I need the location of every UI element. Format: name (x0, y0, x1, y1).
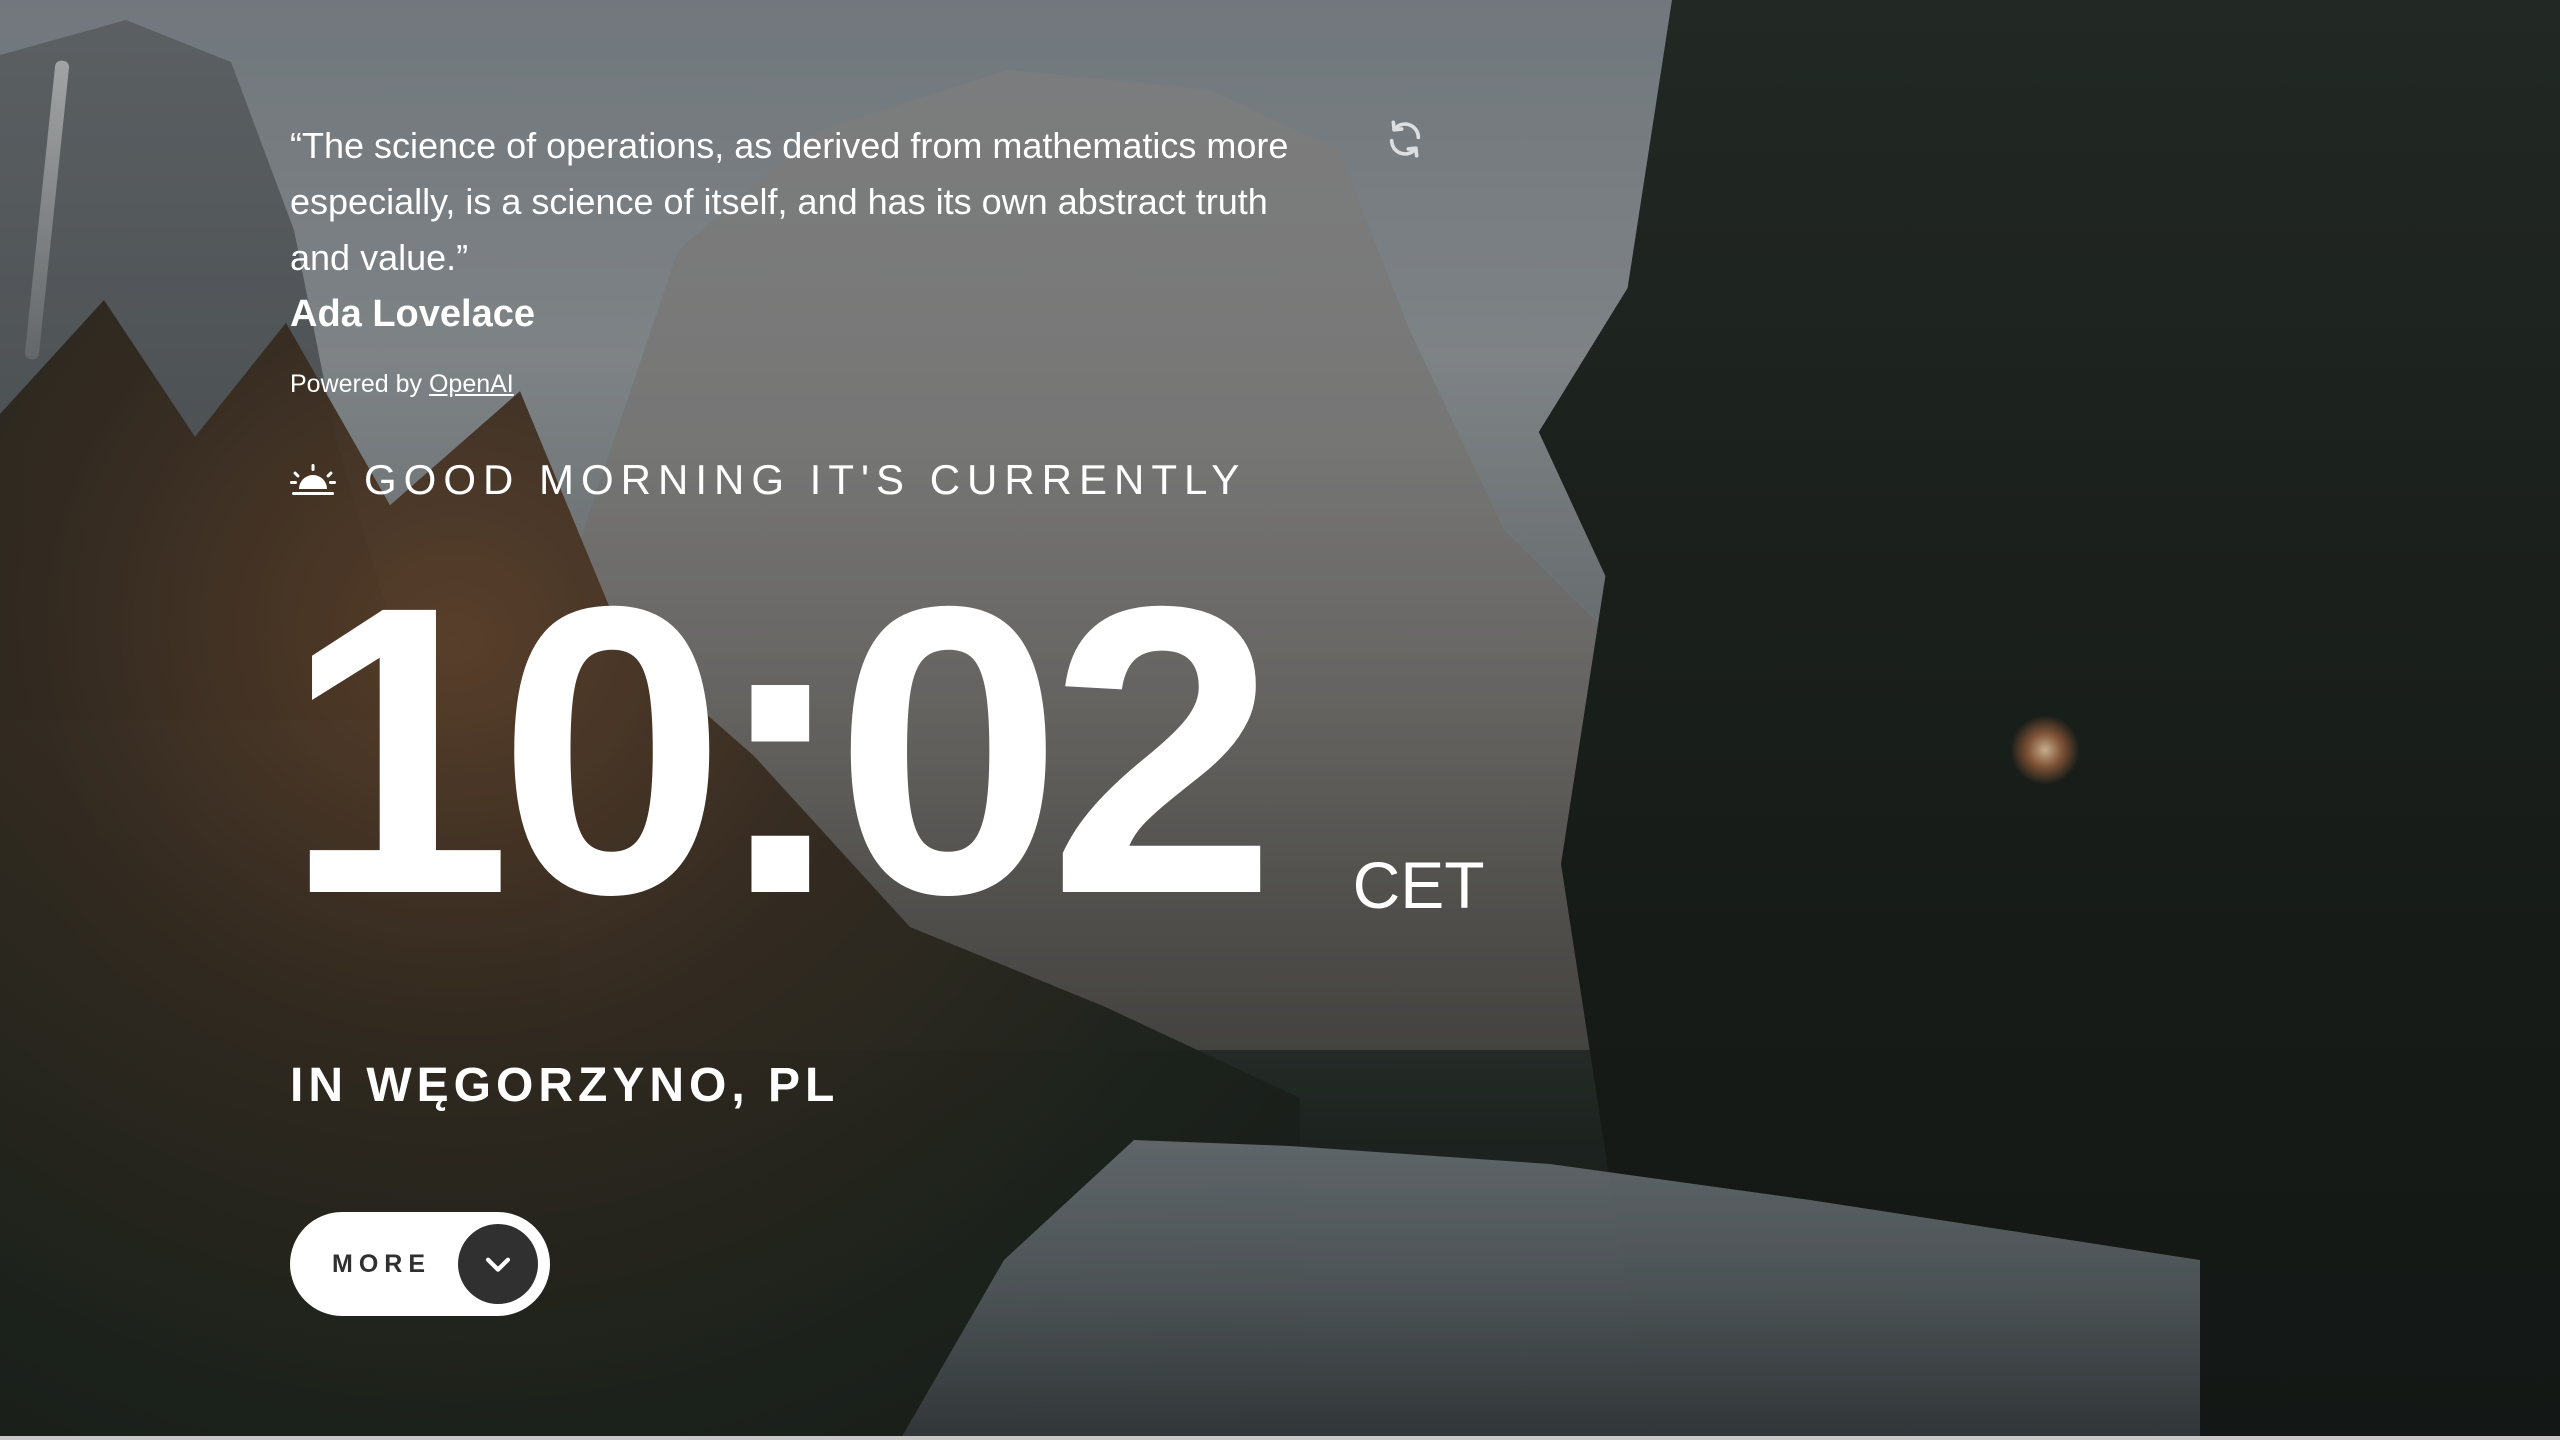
quote-text: “The science of operations, as derived f… (290, 125, 1289, 278)
refresh-icon (1389, 120, 1421, 158)
powered-by: Powered by OpenAI (290, 368, 1300, 400)
current-time: 10:02 (284, 521, 1277, 979)
greeting: GOOD MORNING IT'S CURRENTLY (290, 456, 1246, 504)
sunrise-icon (290, 464, 336, 495)
greeting-text: GOOD MORNING IT'S CURRENTLY (364, 456, 1247, 503)
more-button[interactable]: MORE (290, 1212, 550, 1316)
timezone-abbr: CET (1352, 848, 1485, 922)
refresh-quote-button[interactable] (1382, 116, 1428, 162)
openai-link[interactable]: OpenAI (429, 370, 514, 398)
quote-author: Ada Lovelace (290, 293, 535, 335)
clock: 10:02 CET (284, 521, 1485, 979)
more-chevron-circle (458, 1224, 538, 1304)
bottom-edge (0, 1436, 2560, 1440)
more-button-label: MORE (332, 1249, 431, 1278)
powered-by-label: Powered by (290, 370, 429, 398)
quote-block: “The science of operations, as derived f… (290, 118, 1300, 400)
chevron-down-icon (485, 1257, 511, 1272)
location-text: IN WĘGORZYNO, PL (290, 1059, 840, 1112)
